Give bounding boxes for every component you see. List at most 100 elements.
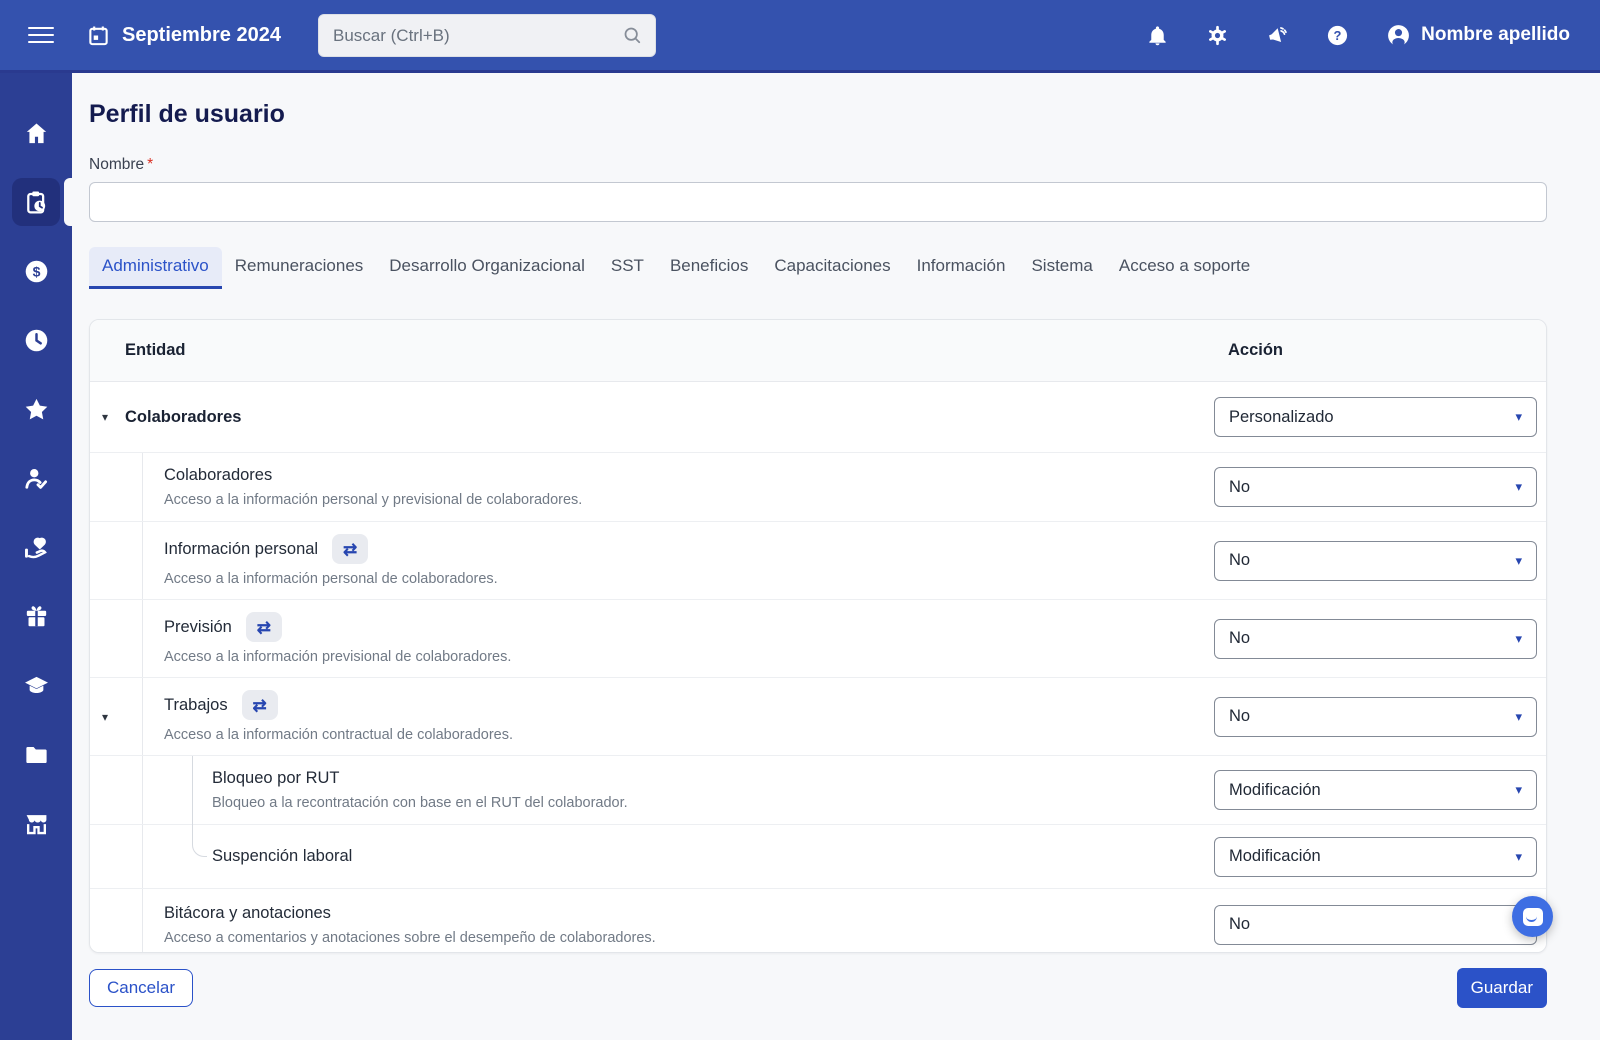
action-select-value: No [1229,551,1250,570]
tab-administrativo[interactable]: Administrativo [89,247,222,289]
action-cell: No▾ [1214,678,1546,755]
tab-remuneraciones[interactable]: Remuneraciones [222,247,377,289]
cancel-button[interactable]: Cancelar [89,969,193,1007]
action-select[interactable]: No▾ [1214,697,1537,737]
menu-icon[interactable] [28,27,54,44]
entity-description: Acceso a la información personal de cola… [164,571,1214,587]
action-select-value: No [1229,707,1250,726]
megaphone-icon[interactable] [1266,24,1289,47]
action-select[interactable]: Modificación▾ [1214,770,1537,810]
main-content: Perfil de usuario Nombre* Administrativo… [72,73,1600,1040]
user-name: Nombre apellido [1421,24,1570,46]
entity-column-header: Entidad [90,341,1214,360]
entity-cell: Colaboradores [125,382,1214,452]
row-indent-gutter [90,889,143,953]
sidebar-item-gifts[interactable] [12,592,60,640]
action-select-value: No [1229,478,1250,497]
action-cell: Modificación ▾ [1214,825,1546,888]
chevron-down-icon: ▾ [1515,409,1522,425]
sidebar-item-time[interactable] [12,316,60,364]
permissions-table: Entidad Acción ▾ Colaboradores Personaliza… [89,319,1547,953]
tab-sst[interactable]: SST [598,247,657,289]
home-icon [23,120,50,147]
sidebar-item-documents[interactable] [12,730,60,778]
clock-icon [23,327,50,354]
graduation-cap-icon [23,672,50,699]
entity-title: Bitácora y anotaciones [164,904,331,923]
tab-acceso-a-soporte[interactable]: Acceso a soporte [1106,247,1263,289]
row-indent-gutter [90,678,143,755]
sidebar-item-store[interactable] [12,799,60,847]
help-icon[interactable]: ? [1326,24,1349,47]
action-select[interactable]: No▾ [1214,467,1537,507]
entity-title: Información personal [164,540,318,559]
action-select[interactable]: Modificación ▾ [1214,837,1537,877]
action-select[interactable]: No▾ [1214,619,1537,659]
action-cell: No▾ [1214,522,1546,599]
action-cell: Personalizado ▾ [1214,382,1546,452]
action-select[interactable]: No▾ [1214,541,1537,581]
action-select[interactable]: Personalizado ▾ [1214,397,1537,437]
table-row: Colaboradores Acceso a la información per… [90,453,1546,522]
top-navbar: Septiembre 2024 ? Nombre apellido [0,0,1600,73]
user-menu[interactable]: Nombre apellido [1386,23,1570,48]
entity-description: Bloqueo a la recontratación con base en … [212,795,1214,811]
action-select-value: No [1229,915,1250,934]
table-row: Previsión ⇄ Acceso a la información previs… [90,600,1546,678]
tab-información[interactable]: Información [904,247,1019,289]
period-selector[interactable]: Septiembre 2024 [87,24,281,47]
chat-launcher[interactable] [1512,896,1553,937]
tree-line [192,756,193,824]
entity-title: Colaboradores [125,408,241,427]
sidebar-item-benefits[interactable] [12,523,60,571]
entity-cell: Previsión ⇄ Acceso a la información previs… [143,600,1214,677]
chevron-down-icon: ▾ [1515,849,1522,865]
collapse-caret-icon[interactable]: ▾ [102,411,108,423]
entity-description: Acceso a la información personal y previ… [164,492,1214,508]
action-cell: No▾ [1214,600,1546,677]
sidebar: $ [0,73,72,1040]
table-row: Información personal ⇄ Acceso a la informa… [90,522,1546,600]
sidebar-item-training[interactable] [12,661,60,709]
hand-heart-icon [23,534,50,561]
sidebar-item-people[interactable] [12,454,60,502]
tab-desarrollo-organizacional[interactable]: Desarrollo Organizacional [376,247,598,289]
entity-title: Previsión [164,618,232,637]
sidebar-item-tasks[interactable] [12,178,60,226]
svg-text:$: $ [32,263,40,279]
save-button[interactable]: Guardar [1457,968,1547,1008]
global-search[interactable] [318,14,656,57]
action-column-header: Acción [1214,341,1546,360]
bell-icon[interactable] [1146,24,1169,47]
row-indent-gutter [90,825,143,888]
entity-title: Colaboradores [164,466,272,485]
gear-icon[interactable] [1206,24,1229,47]
entity-description: Acceso a la información previsional de c… [164,649,1214,665]
action-cell: No▾ [1214,453,1546,521]
calendar-icon [87,24,110,47]
search-input[interactable] [331,25,622,47]
name-field[interactable] [89,182,1547,222]
tab-sistema[interactable]: Sistema [1018,247,1105,289]
row-indent-gutter [90,756,143,824]
chevron-down-icon: ▾ [1515,631,1522,647]
action-select[interactable]: No▾ [1214,905,1537,945]
chat-icon [1523,908,1543,926]
tab-beneficios[interactable]: Beneficios [657,247,761,289]
action-select-value: Personalizado [1229,408,1334,427]
search-icon [622,25,643,46]
period-label: Septiembre 2024 [122,24,281,47]
swap-horizontal-icon[interactable]: ⇄ [246,612,282,642]
entity-cell: Bitácora y anotacionesAcceso a comentari… [143,889,1214,953]
action-select-value: Modificación [1229,781,1321,800]
sidebar-item-favorites[interactable] [12,385,60,433]
collapse-caret-icon[interactable]: ▾ [102,711,108,723]
sidebar-item-home[interactable] [12,109,60,157]
swap-horizontal-icon[interactable]: ⇄ [332,534,368,564]
action-select-value: Modificación [1229,847,1321,866]
swap-horizontal-icon[interactable]: ⇄ [242,690,278,720]
table-header-row: Entidad Acción [90,320,1546,382]
entity-title: Bloqueo por RUT [212,769,339,788]
sidebar-item-payments[interactable]: $ [12,247,60,295]
tab-capacitaciones[interactable]: Capacitaciones [761,247,903,289]
